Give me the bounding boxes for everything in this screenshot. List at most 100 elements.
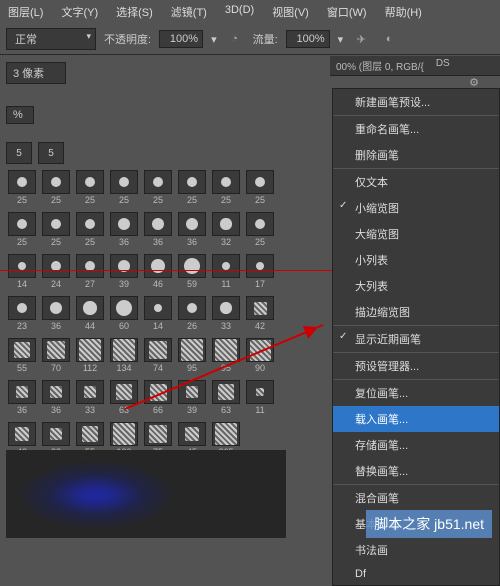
menu-small-thumb[interactable]: 小缩览图 — [333, 195, 499, 221]
brush-thumb[interactable]: 63 — [108, 380, 140, 420]
grid-cell[interactable]: 5 — [38, 142, 64, 164]
brush-thumb[interactable]: 25 — [108, 170, 140, 210]
brush-size-label: 70 — [51, 363, 61, 373]
blend-mode-select[interactable]: 正常 — [6, 28, 96, 50]
menu-df[interactable]: Df — [333, 563, 499, 585]
brush-size-label: 36 — [51, 321, 61, 331]
brush-thumb[interactable]: 33 — [210, 296, 242, 336]
airbrush-icon[interactable]: ✈ — [351, 29, 371, 49]
menu-select[interactable]: 选择(S) — [116, 4, 153, 20]
brush-thumb[interactable]: 36 — [6, 380, 38, 420]
brush-thumb[interactable]: 17 — [244, 254, 276, 294]
grid-cell[interactable]: 5 — [6, 142, 32, 164]
menu-new-preset[interactable]: 新建画笔预设... — [333, 89, 499, 116]
brush-thumb[interactable]: 14 — [6, 254, 38, 294]
menu-load[interactable]: 载入画笔... — [333, 406, 499, 432]
brush-thumb[interactable]: 33 — [74, 380, 106, 420]
brush-thumb[interactable]: 27 — [74, 254, 106, 294]
brush-thumb[interactable]: 14 — [142, 296, 174, 336]
brush-panel: 3 像素 % 5 5 25252525252525252525253636363… — [0, 56, 310, 468]
brush-thumb[interactable]: 25 — [40, 212, 72, 252]
options-bar: 正常 不透明度: 100% ▾ ◔ 流量: 100% ▾ ✈ ◐ — [0, 24, 500, 55]
chevron-down-icon[interactable]: ▾ — [338, 33, 344, 46]
brush-thumb[interactable]: 25 — [244, 212, 276, 252]
brush-thumb[interactable]: 36 — [176, 212, 208, 252]
brush-thumb[interactable]: 112 — [74, 338, 106, 378]
menu-stroke-thumb[interactable]: 描边缩览图 — [333, 299, 499, 326]
menu-preset-mgr[interactable]: 预设管理器... — [333, 353, 499, 380]
brush-size-label: 23 — [17, 321, 27, 331]
brush-hardness[interactable]: % — [6, 106, 34, 124]
menu-large-thumb[interactable]: 大缩览图 — [333, 221, 499, 247]
brush-thumb[interactable]: 25 — [142, 170, 174, 210]
brush-thumb[interactable]: 39 — [108, 254, 140, 294]
brush-thumb[interactable]: 36 — [40, 296, 72, 336]
brush-thumb[interactable]: 95 — [176, 338, 208, 378]
menu-text[interactable]: 文字(Y) — [61, 4, 98, 20]
menu-bar: 图层(L) 文字(Y) 选择(S) 滤镜(T) 3D(D) 视图(V) 窗口(W… — [0, 0, 500, 24]
brush-thumb[interactable]: 11 — [210, 254, 242, 294]
menu-calli[interactable]: 书法画 — [333, 537, 499, 563]
menu-recent[interactable]: 显示近期画笔 — [333, 326, 499, 353]
brush-size-label: 25 — [17, 195, 27, 205]
doc-tab[interactable]: DS — [436, 58, 450, 73]
doc-tab[interactable]: 00% (图层 0, RGB/{ — [336, 58, 424, 73]
brush-thumb[interactable]: 59 — [176, 254, 208, 294]
brush-size-label: 39 — [187, 405, 197, 415]
brush-thumb[interactable]: 25 — [210, 170, 242, 210]
brush-thumb[interactable]: 25 — [244, 170, 276, 210]
brush-thumb[interactable]: 42 — [244, 296, 276, 336]
brush-thumb[interactable]: 44 — [74, 296, 106, 336]
brush-thumb[interactable]: 36 — [108, 212, 140, 252]
brush-thumb[interactable]: 36 — [40, 380, 72, 420]
pressure-size-icon[interactable]: ◐ — [379, 29, 399, 49]
brush-thumb[interactable]: 60 — [108, 296, 140, 336]
menu-window[interactable]: 窗口(W) — [327, 4, 367, 20]
brush-thumb[interactable]: 134 — [108, 338, 140, 378]
brush-thumb[interactable]: 46 — [142, 254, 174, 294]
menu-view[interactable]: 视图(V) — [272, 4, 309, 20]
menu-3d[interactable]: 3D(D) — [225, 4, 254, 20]
brush-size-label: 60 — [119, 321, 129, 331]
menu-replace[interactable]: 替换画笔... — [333, 458, 499, 485]
chevron-down-icon[interactable]: ▾ — [211, 33, 217, 46]
opacity-input[interactable]: 100% — [159, 30, 203, 48]
brush-thumb[interactable]: 55 — [6, 338, 38, 378]
menu-rename[interactable]: 重命名画笔... — [333, 116, 499, 142]
brush-thumb[interactable]: 23 — [6, 296, 38, 336]
brush-thumb[interactable]: 25 — [6, 170, 38, 210]
brush-thumb[interactable]: 24 — [40, 254, 72, 294]
brush-thumb[interactable]: 25 — [176, 170, 208, 210]
flow-input[interactable]: 100% — [286, 30, 330, 48]
brush-thumb[interactable]: 11 — [244, 380, 276, 420]
menu-mixed[interactable]: 混合画笔 — [333, 485, 499, 511]
brush-thumb[interactable]: 32 — [210, 212, 242, 252]
menu-delete[interactable]: 删除画笔 — [333, 142, 499, 169]
menu-reset[interactable]: 复位画笔... — [333, 380, 499, 406]
brush-thumb[interactable]: 90 — [244, 338, 276, 378]
menu-filter[interactable]: 滤镜(T) — [171, 4, 207, 20]
brush-thumb[interactable]: 26 — [176, 296, 208, 336]
menu-layer[interactable]: 图层(L) — [8, 4, 43, 20]
brush-thumb[interactable]: 25 — [6, 212, 38, 252]
brush-thumb[interactable]: 63 — [210, 380, 242, 420]
pressure-opacity-icon[interactable]: ◔ — [225, 29, 245, 49]
brush-size-label: 74 — [153, 363, 163, 373]
brush-thumb[interactable]: 25 — [40, 170, 72, 210]
brush-thumb[interactable]: 25 — [74, 170, 106, 210]
brush-thumb[interactable]: 36 — [142, 212, 174, 252]
menu-small-list[interactable]: 小列表 — [333, 247, 499, 273]
opacity-label: 不透明度: — [104, 31, 151, 47]
menu-text-only[interactable]: 仅文本 — [333, 169, 499, 195]
brush-thumb[interactable]: 95 — [210, 338, 242, 378]
brush-thumb[interactable]: 74 — [142, 338, 174, 378]
brush-thumb[interactable]: 25 — [74, 212, 106, 252]
brush-size-label: 17 — [255, 279, 265, 289]
brush-thumb[interactable]: 70 — [40, 338, 72, 378]
preview-swirl — [16, 460, 176, 530]
menu-help[interactable]: 帮助(H) — [385, 4, 422, 20]
brush-size-label: 26 — [187, 321, 197, 331]
brush-size[interactable]: 3 像素 — [6, 62, 66, 84]
menu-large-list[interactable]: 大列表 — [333, 273, 499, 299]
menu-save[interactable]: 存储画笔... — [333, 432, 499, 458]
